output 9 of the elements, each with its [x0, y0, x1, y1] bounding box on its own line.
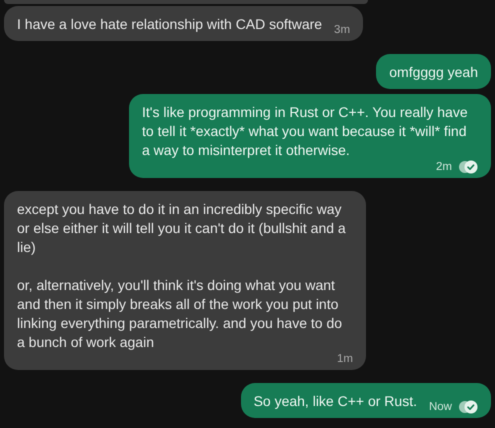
message-time: 2m [436, 160, 452, 174]
message-time: 1m [337, 352, 353, 366]
message-text: So yeah, like C++ or Rust. [254, 392, 417, 411]
message-time: Now [428, 400, 452, 414]
message-text: omfgggg yeah [389, 63, 478, 82]
message-text: It's like programming in Rust or C++. You really have to tell it *exactly* what you want because it *will* find a way to misinterpret it otherwise. [142, 103, 469, 160]
message-time: 3m [334, 23, 350, 37]
message-text: except you have to do it in an incredibly specific way or else either it will tell you it can't do it (bullshit and a lie) or, alternatively, you'll think it's doing what you want and then it simply breaks all of the work you put into linking everything parametrically. and you have to do a bunch of work again [17, 200, 347, 352]
message-text: I have a love hate relationship with CAD software [17, 15, 322, 34]
